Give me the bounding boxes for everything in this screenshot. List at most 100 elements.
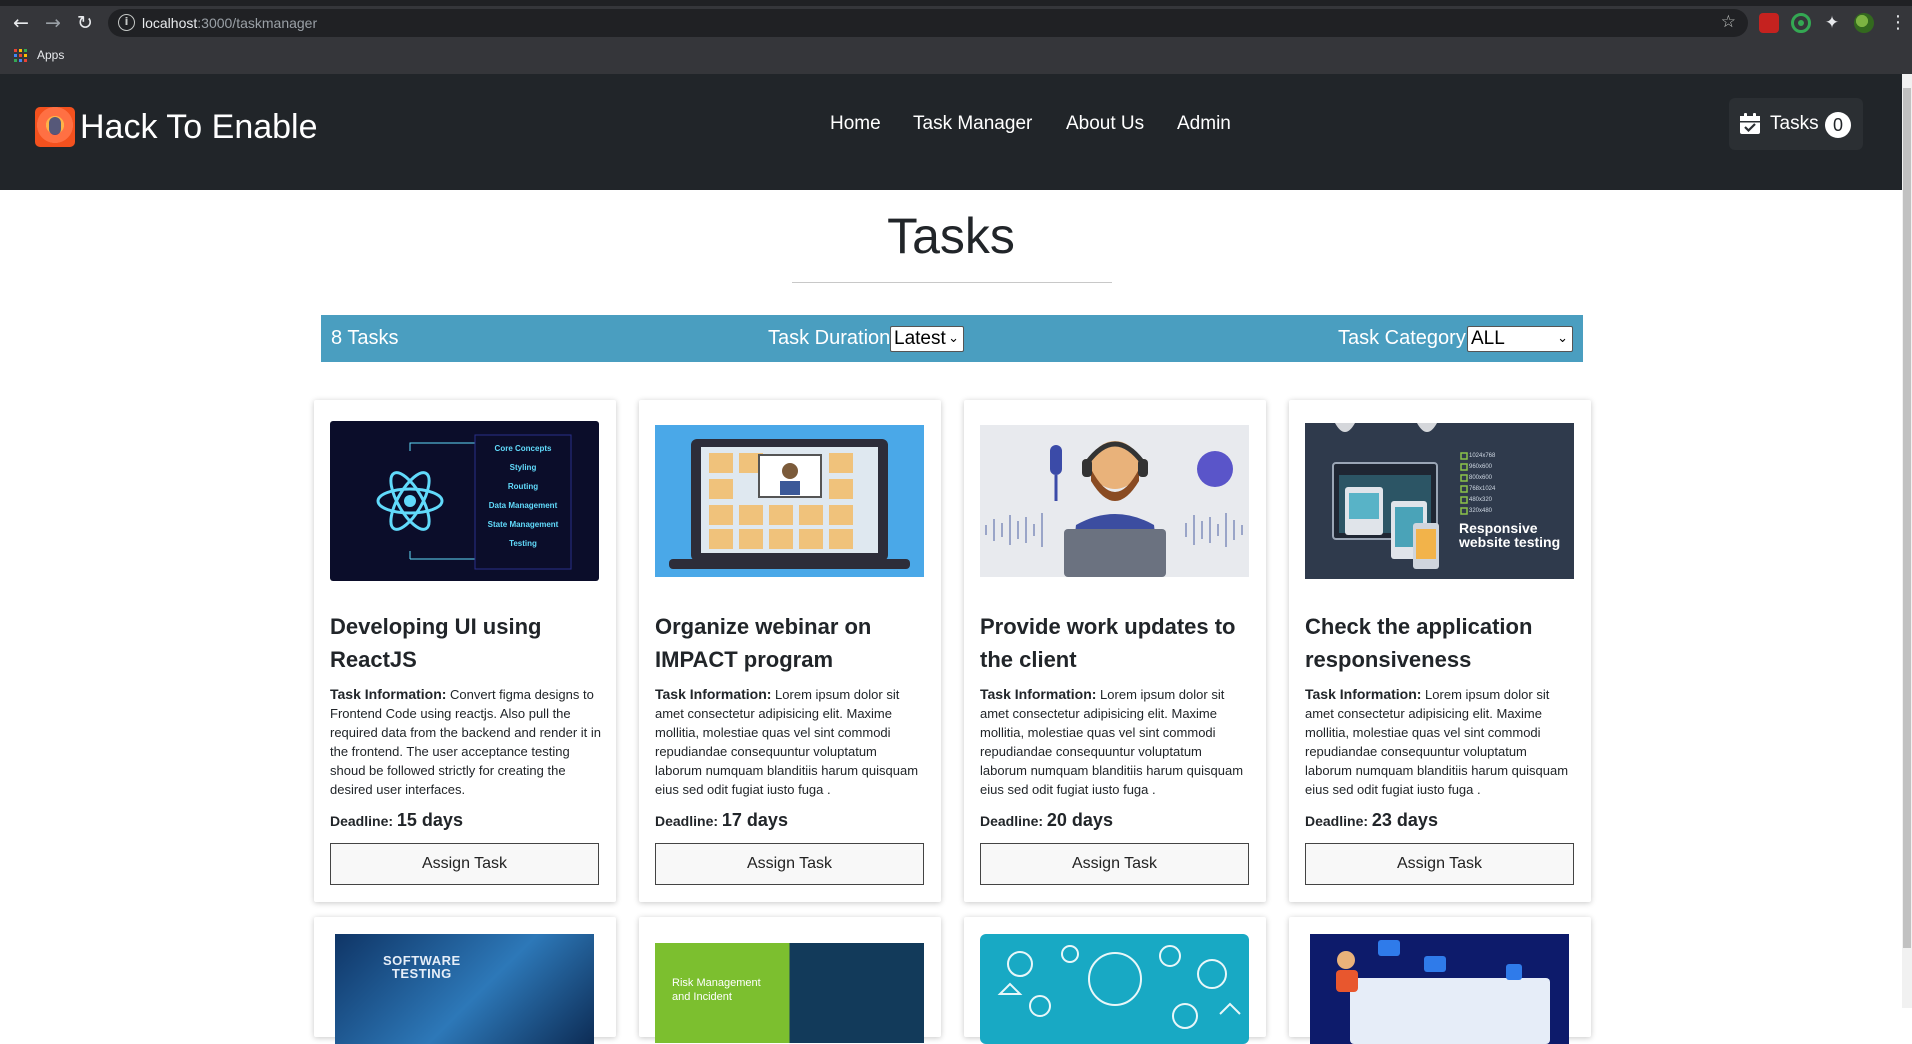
task-card: SOFTWARE TESTING (314, 917, 616, 1044)
image-label: Testing (509, 539, 537, 548)
task-category-select[interactable]: ALL ⌄ (1467, 326, 1573, 352)
laptop-video-call-icon (669, 439, 910, 569)
deadline-label: Deadline: (655, 813, 719, 829)
task-info-label: Task Information: (1305, 686, 1422, 702)
image-label: Core Concepts (494, 444, 552, 453)
task-info-text: Lorem ipsum dolor sit amet consectetur a… (980, 687, 1244, 797)
assign-task-button[interactable]: Assign Task (980, 843, 1249, 885)
task-image-podcast (980, 425, 1249, 577)
assign-task-button[interactable]: Assign Task (330, 843, 599, 885)
image-label: 1024x768 (1469, 453, 1496, 459)
apps-grid-icon[interactable] (14, 49, 27, 62)
task-category-value: ALL (1471, 328, 1505, 349)
deadline-value: 15 days (396, 810, 463, 830)
task-duration-value: Latest (894, 328, 946, 349)
image-label: Data Management (488, 501, 558, 510)
task-category-label: Task Category (1338, 327, 1466, 349)
extension-red-icon[interactable] (1759, 13, 1779, 33)
task-info-text: Lorem ipsum dolor sit amet consectetur a… (1305, 687, 1569, 797)
task-deadline: Deadline: 15 days (330, 810, 463, 831)
image-label: 320x480 (1469, 508, 1493, 514)
assign-task-button[interactable]: Assign Task (1305, 843, 1574, 885)
image-label: Routing (507, 482, 539, 491)
site-info-icon[interactable]: i (118, 14, 135, 31)
image-label: State Management (487, 520, 559, 529)
title-divider (792, 282, 1112, 283)
task-info: Task Information: Lorem ipsum dolor sit … (1305, 685, 1577, 799)
deadline-value: 17 days (721, 810, 788, 830)
task-deadline: Deadline: 17 days (655, 810, 788, 831)
tasks-cart-button[interactable]: Tasks 0 (1729, 98, 1863, 150)
deadline-value: 23 days (1371, 810, 1438, 830)
apps-bookmark[interactable]: Apps (37, 48, 64, 62)
task-info-label: Task Information: (655, 686, 772, 702)
nav-link-task-manager[interactable]: Task Manager (913, 113, 1032, 135)
task-count: 8 Tasks (331, 327, 399, 349)
task-image-developer (1310, 934, 1569, 1044)
chevron-down-icon: ⌄ (1557, 331, 1568, 346)
tasks-count-badge: 0 (1825, 112, 1851, 138)
task-deadline: Deadline: 23 days (1305, 810, 1438, 831)
assign-task-button[interactable]: Assign Task (655, 843, 924, 885)
image-label: 960x600 (1469, 464, 1493, 470)
task-info-label: Task Information: (980, 686, 1097, 702)
url-host: localhost (142, 15, 198, 31)
task-card: Organize webinar on IMPACT program Task … (639, 400, 941, 902)
task-info: Task Information: Lorem ipsum dolor sit … (655, 685, 927, 799)
image-label: TESTING (391, 966, 452, 981)
task-image-risk-management: Risk Management and Incident (655, 943, 924, 1043)
task-info-label: Task Information: (330, 686, 447, 702)
task-deadline: Deadline: 20 days (980, 810, 1113, 831)
nav-links: Home Task Manager About Us Admin (0, 113, 1902, 143)
calendar-check-icon (1740, 113, 1760, 134)
science-pattern-icon (997, 945, 1241, 1029)
address-url[interactable]: localhost:3000/taskmanager (142, 15, 317, 31)
browser-toolbar: ← → ↻ i localhost:3000/taskmanager ☆ ✦ ⋮ (0, 6, 1912, 40)
task-image-responsive: 1024x768 960x600 800x600 768x1024 480x32… (1305, 423, 1574, 579)
url-path: :3000/taskmanager (197, 15, 318, 31)
page-scrollbar-thumb[interactable] (1903, 88, 1911, 948)
reload-icon[interactable]: ↻ (72, 11, 98, 35)
task-info-text: Convert figma designs to Frontend Code u… (330, 687, 602, 797)
image-label: Responsive (1459, 520, 1538, 536)
tasks-button-label: Tasks (1770, 113, 1819, 134)
nav-link-about-us[interactable]: About Us (1066, 113, 1144, 135)
page-scrollbar[interactable] (1902, 74, 1912, 1008)
nav-link-home[interactable]: Home (830, 113, 881, 135)
task-title: Check the application responsiveness (1305, 614, 1533, 672)
task-card: Core Concepts Styling Routing Data Manag… (314, 400, 616, 902)
task-image-webinar (655, 425, 924, 577)
extensions-puzzle-icon[interactable]: ✦ (1822, 13, 1842, 33)
forward-icon[interactable]: → (40, 11, 66, 35)
back-icon[interactable]: ← (8, 11, 34, 35)
deadline-label: Deadline: (330, 813, 394, 829)
task-title: Organize webinar on IMPACT program (655, 614, 872, 672)
deadline-label: Deadline: (1305, 813, 1369, 829)
task-duration-select[interactable]: Latest ⌄ (890, 326, 964, 352)
chevron-down-icon: ⌄ (948, 331, 959, 346)
bookmark-star-icon[interactable]: ☆ (1721, 12, 1736, 32)
profile-avatar[interactable] (1854, 13, 1874, 33)
page-title: Tasks (887, 208, 1015, 264)
address-bar[interactable]: i localhost:3000/taskmanager ☆ (108, 9, 1748, 37)
browser-chrome: ← → ↻ i localhost:3000/taskmanager ☆ ✦ ⋮… (0, 0, 1912, 74)
image-label: 800x600 (1469, 475, 1493, 481)
task-title: Provide work updates to the client (980, 614, 1236, 672)
task-card (1289, 917, 1591, 1044)
podcast-host-icon (985, 441, 1243, 577)
task-card: Provide work updates to the client Task … (964, 400, 1266, 902)
image-label: website testing (1459, 534, 1561, 550)
developer-coding-icon (1336, 940, 1550, 1044)
deadline-value: 20 days (1046, 810, 1113, 830)
task-duration-label: Task Duration (768, 327, 891, 349)
task-info: Task Information: Lorem ipsum dolor sit … (980, 685, 1252, 799)
task-info: Task Information: Convert figma designs … (330, 685, 602, 799)
deadline-label: Deadline: (980, 813, 1044, 829)
image-label: Styling (509, 463, 537, 472)
extension-green-icon[interactable] (1791, 13, 1811, 33)
task-image-software-testing: SOFTWARE TESTING (335, 934, 594, 1044)
browser-menu-icon[interactable]: ⋮ (1888, 13, 1908, 33)
task-card (964, 917, 1266, 1044)
task-card: Risk Management and Incident (639, 917, 941, 1043)
nav-link-admin[interactable]: Admin (1177, 113, 1231, 135)
